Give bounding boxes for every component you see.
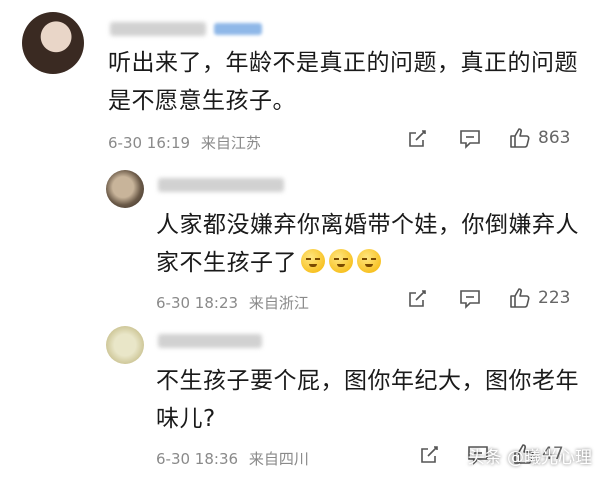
comment-time: 6-30 18:23 <box>156 294 239 312</box>
comment-meta: 6-30 18:36 来自四川 <box>156 448 309 469</box>
avatar[interactable] <box>106 170 144 208</box>
comment-meta: 6-30 18:23 来自浙江 <box>156 292 309 313</box>
like-count: 863 <box>538 128 571 148</box>
comment-location: 来自江苏 <box>200 134 261 152</box>
smirk-emoji-icon <box>329 249 353 273</box>
comment-icon <box>460 290 480 309</box>
thumbs-up-icon <box>510 288 530 308</box>
comment-button[interactable] <box>458 128 482 150</box>
like-button[interactable]: 223 <box>508 286 570 310</box>
share-button[interactable] <box>418 444 440 466</box>
comment-time: 6-30 18:36 <box>156 450 239 468</box>
share-button[interactable] <box>406 128 428 150</box>
user-badge <box>214 23 262 35</box>
comment-meta: 6-30 16:19 来自江苏 <box>108 132 261 153</box>
comment-location: 来自浙江 <box>248 294 309 312</box>
smirk-emoji-icon <box>301 249 325 273</box>
username-blurred[interactable] <box>158 178 284 192</box>
comment-text: 不生孩子要个屁，图你年纪大，图你老年味儿? <box>156 368 579 432</box>
like-button[interactable]: 863 <box>508 126 570 150</box>
watermark: 头条 @曦光心理 <box>467 448 592 468</box>
comment-button[interactable] <box>458 288 482 310</box>
smirk-emoji-icon <box>357 249 381 273</box>
share-icon <box>421 446 438 463</box>
avatar[interactable] <box>106 326 144 364</box>
username-blurred[interactable] <box>110 22 206 36</box>
comment-icon <box>460 130 480 149</box>
share-button[interactable] <box>406 288 428 310</box>
username-blurred[interactable] <box>158 334 262 348</box>
like-count: 223 <box>538 288 571 308</box>
comment-text: 人家都没嫌弃你离婚带个娃，你倒嫌弃人家不生孩子了 <box>156 212 579 276</box>
comment-text: 听出来了，年龄不是真正的问题，真正的问题是不愿意生孩子。 <box>108 50 578 114</box>
thumbs-up-icon <box>510 128 530 148</box>
comment-time: 6-30 16:19 <box>108 134 191 152</box>
comment-location: 来自四川 <box>248 450 309 468</box>
avatar[interactable] <box>22 12 84 74</box>
share-icon <box>409 130 426 147</box>
share-icon <box>409 290 426 307</box>
